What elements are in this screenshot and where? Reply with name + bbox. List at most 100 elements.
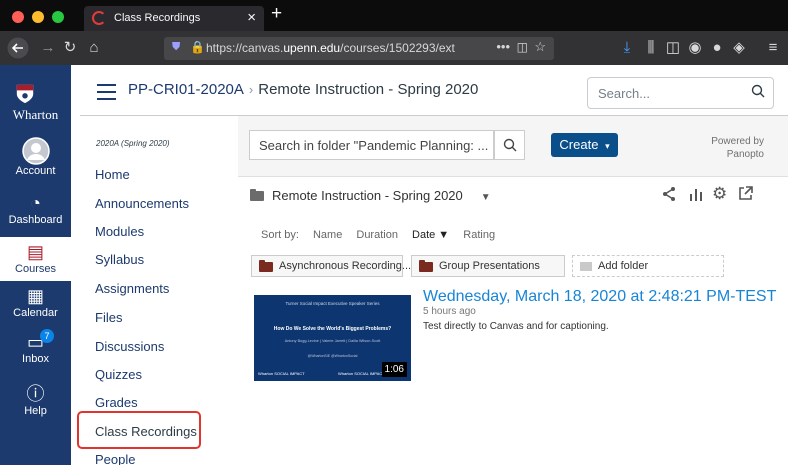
- powered-by-label: Powered by: [711, 136, 764, 147]
- course-nav-files[interactable]: Files: [95, 310, 122, 325]
- home-button[interactable]: ⌂: [84, 31, 104, 65]
- duration-badge: 1:06: [381, 362, 407, 377]
- menu-icon[interactable]: ≡: [764, 31, 782, 65]
- zoom-window-button[interactable]: [52, 11, 64, 23]
- breadcrumb: PP-CRI01-2020A › Remote Instruction - Spri…: [128, 81, 478, 98]
- close-tab-icon[interactable]: ×: [247, 9, 256, 26]
- lock-icon[interactable]: 🔒: [190, 40, 205, 54]
- extension-icon[interactable]: ◈: [730, 31, 748, 65]
- browser-tab[interactable]: Class Recordings ×: [84, 6, 264, 31]
- global-search-input[interactable]: Search...: [587, 77, 774, 109]
- extension-info-icon[interactable]: ●: [708, 31, 726, 65]
- subfolder-group-presentations[interactable]: Group Presentations: [411, 255, 565, 277]
- panopto-label: Panopto: [726, 149, 764, 160]
- tracking-shield-icon[interactable]: ⛊: [172, 41, 180, 54]
- nav-help[interactable]: ⓘ Help: [0, 383, 71, 425]
- nav-label: Courses: [15, 263, 56, 275]
- course-nav-home[interactable]: Home: [95, 167, 130, 182]
- folder-title[interactable]: Remote Instruction - Spring 2020 ▼: [250, 188, 491, 203]
- folder-icon: [250, 188, 264, 201]
- course-nav-grades[interactable]: Grades: [95, 395, 138, 410]
- sort-label: Sort by:: [261, 229, 299, 241]
- settings-gear-icon[interactable]: ⚙: [712, 184, 727, 204]
- nav-dashboard[interactable]: ◔ Dashboard: [0, 192, 71, 234]
- term-label: 2020A (Spring 2020): [96, 139, 170, 148]
- thumb-series: Turner Social Impact Executive Speaker S…: [285, 301, 380, 306]
- sidebar-icon[interactable]: ◫: [664, 31, 682, 65]
- session-timestamp: 5 hours ago: [423, 306, 476, 317]
- subfolder-label: Group Presentations: [439, 260, 540, 272]
- bookmark-star-icon[interactable]: ☆: [534, 39, 546, 55]
- nav-label: Calendar: [13, 307, 58, 319]
- course-nav-assignments[interactable]: Assignments: [95, 281, 169, 296]
- session-thumbnail[interactable]: Turner Social Impact Executive Speaker S…: [254, 295, 411, 381]
- account-icon[interactable]: ◉: [686, 31, 704, 65]
- nav-courses[interactable]: ▤ Courses: [0, 237, 71, 281]
- hamburger-bar: [97, 91, 116, 93]
- minimize-window-button[interactable]: [32, 11, 44, 23]
- share-glyph: [663, 187, 675, 201]
- sort-bar: Sort by: Name Duration Date ▼ Rating: [261, 229, 506, 241]
- download-icon[interactable]: ⤓: [618, 31, 636, 65]
- url-prefix: https://canvas.: [206, 41, 284, 55]
- url-bar[interactable]: ⛊ 🔒 https://canvas.upenn.edu/courses/150…: [164, 37, 554, 60]
- session-title-link[interactable]: Wednesday, March 18, 2020 at 2:48:21 PM-…: [423, 288, 776, 306]
- course-menu-toggle[interactable]: [97, 84, 116, 105]
- course-nav-discussions[interactable]: Discussions: [95, 339, 164, 354]
- sort-date[interactable]: Date ▼: [412, 229, 449, 241]
- help-icon: ⓘ: [26, 384, 45, 404]
- open-new-window-icon[interactable]: [738, 186, 753, 206]
- folder-icon: [419, 260, 433, 272]
- external-link-glyph: [739, 186, 753, 200]
- browser-toolbar: → ↻ ⌂ ⛊ 🔒 https://canvas.upenn.edu/cours…: [0, 31, 788, 65]
- logo-text: Wharton: [12, 107, 59, 122]
- loading-icon: [92, 11, 106, 25]
- add-folder-icon: [580, 262, 592, 271]
- course-nav-quizzes[interactable]: Quizzes: [95, 367, 142, 382]
- library-icon[interactable]: ⫼: [642, 31, 660, 65]
- add-folder-label: Add folder: [598, 260, 649, 272]
- close-window-button[interactable]: [12, 11, 24, 23]
- add-folder-button[interactable]: Add folder: [572, 255, 724, 277]
- inbox-icon: ▭: [26, 332, 44, 352]
- search-icon: [503, 138, 516, 152]
- nav-account[interactable]: Account: [0, 137, 71, 187]
- tab-title: Class Recordings: [114, 12, 201, 24]
- pocket-icon[interactable]: ◫: [517, 40, 528, 54]
- search-icon[interactable]: [751, 84, 765, 98]
- folder-name: Remote Instruction - Spring 2020: [272, 188, 463, 203]
- thumb-title: How Do We Solve the World's Biggest Prob…: [273, 326, 392, 332]
- share-icon[interactable]: [661, 186, 677, 207]
- breadcrumb-course-link[interactable]: PP-CRI01-2020A: [128, 81, 244, 98]
- nav-calendar[interactable]: ▦ Calendar: [0, 285, 71, 327]
- forward-button[interactable]: →: [38, 31, 58, 65]
- wharton-logo[interactable]: Wharton: [0, 73, 71, 125]
- new-tab-button[interactable]: +: [271, 3, 282, 25]
- search-placeholder: Search...: [598, 86, 651, 101]
- course-nav-announcements[interactable]: Announcements: [95, 196, 189, 211]
- course-nav-syllabus[interactable]: Syllabus: [95, 252, 144, 267]
- back-arrow-icon: [7, 37, 29, 59]
- course-nav-people[interactable]: People: [95, 452, 135, 465]
- nav-label: Help: [24, 405, 47, 417]
- page-actions-icon[interactable]: •••: [496, 39, 510, 54]
- stats-icon[interactable]: [688, 186, 704, 207]
- url-text: https://canvas.upenn.edu/courses/1502293…: [206, 41, 455, 55]
- chevron-down-icon[interactable]: ▼: [481, 192, 491, 203]
- sort-duration[interactable]: Duration: [356, 229, 398, 241]
- global-navigation: Wharton Account ◔ Dashboard ▤ Courses ▦ …: [0, 65, 71, 465]
- subfolder-asynchronous[interactable]: Asynchronous Recording...: [251, 255, 411, 277]
- thumb-logo: Wharton SOCIAL IMPACT: [338, 371, 385, 376]
- hamburger-bar: [97, 84, 116, 86]
- chevron-down-icon: ▾: [605, 141, 610, 151]
- thumb-handles: @WhartonSIE @WhartonSocial: [307, 354, 358, 358]
- folder-search-input[interactable]: Search in folder "Pandemic Planning: ...: [249, 130, 494, 160]
- course-nav-modules[interactable]: Modules: [95, 224, 144, 239]
- folder-search-button[interactable]: [494, 130, 525, 160]
- sort-rating[interactable]: Rating: [463, 229, 495, 241]
- create-button[interactable]: Create ▾: [551, 133, 618, 157]
- sort-name[interactable]: Name: [313, 229, 342, 241]
- reload-button[interactable]: ↻: [60, 31, 80, 65]
- nav-inbox[interactable]: ▭ 7 Inbox: [0, 329, 71, 375]
- folder-icon: [259, 260, 273, 272]
